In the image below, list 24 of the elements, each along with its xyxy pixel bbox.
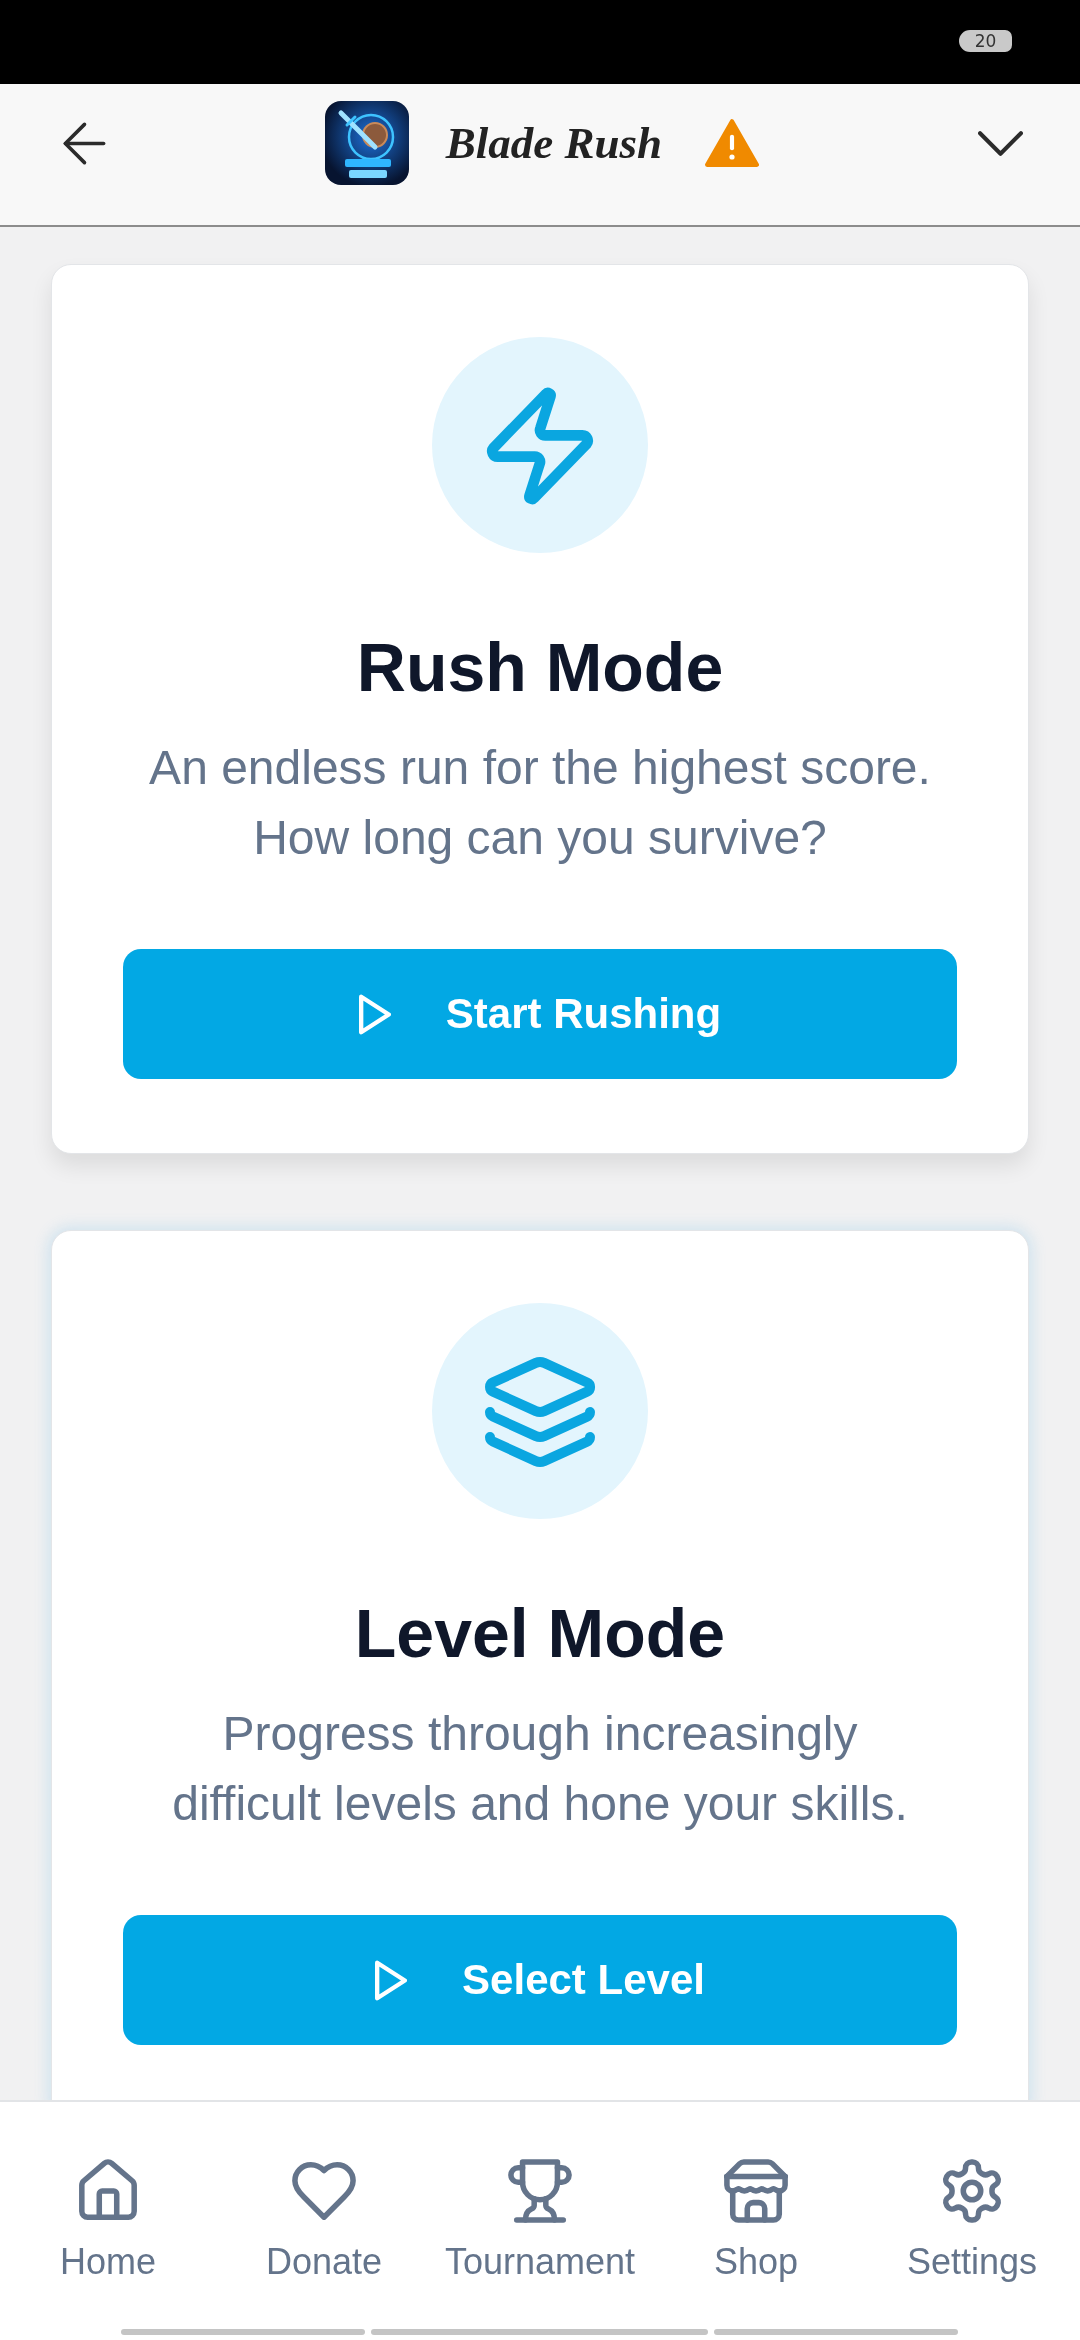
trophy-icon xyxy=(508,2159,572,2223)
heart-icon xyxy=(292,2159,356,2223)
chevron-down-icon xyxy=(977,130,1023,156)
app-title: Blade Rush xyxy=(445,117,663,170)
mode-button[interactable]: Start Rushing xyxy=(123,949,957,1079)
mode-title: Level Mode xyxy=(354,1594,726,1673)
store-icon xyxy=(724,2159,788,2223)
nav-tab[interactable]: Settings xyxy=(906,2159,1038,2284)
nav-tab[interactable]: Tournament xyxy=(444,2159,636,2284)
nav-tab[interactable]: Shop xyxy=(713,2159,799,2284)
mode-description: An endless run for the highest score. How long can you survive? xyxy=(148,740,932,866)
mode-button[interactable]: Select Level xyxy=(123,1915,957,2045)
play-icon xyxy=(358,993,391,1035)
home-icon xyxy=(76,2159,140,2223)
lightning-icon xyxy=(432,337,648,553)
sword-logo-icon xyxy=(324,101,409,185)
mode-description: Progress through increasingly difficult levels and hone your skills. xyxy=(171,1706,909,1832)
layers-icon xyxy=(432,1303,648,1519)
mode-title: Rush Mode xyxy=(356,628,724,707)
nav-tab[interactable]: Donate xyxy=(265,2159,383,2284)
play-icon xyxy=(375,1959,408,2001)
nav-tab[interactable]: Home xyxy=(60,2159,156,2284)
settings-icon xyxy=(940,2159,1004,2223)
battery-level: 20 xyxy=(959,30,1012,52)
